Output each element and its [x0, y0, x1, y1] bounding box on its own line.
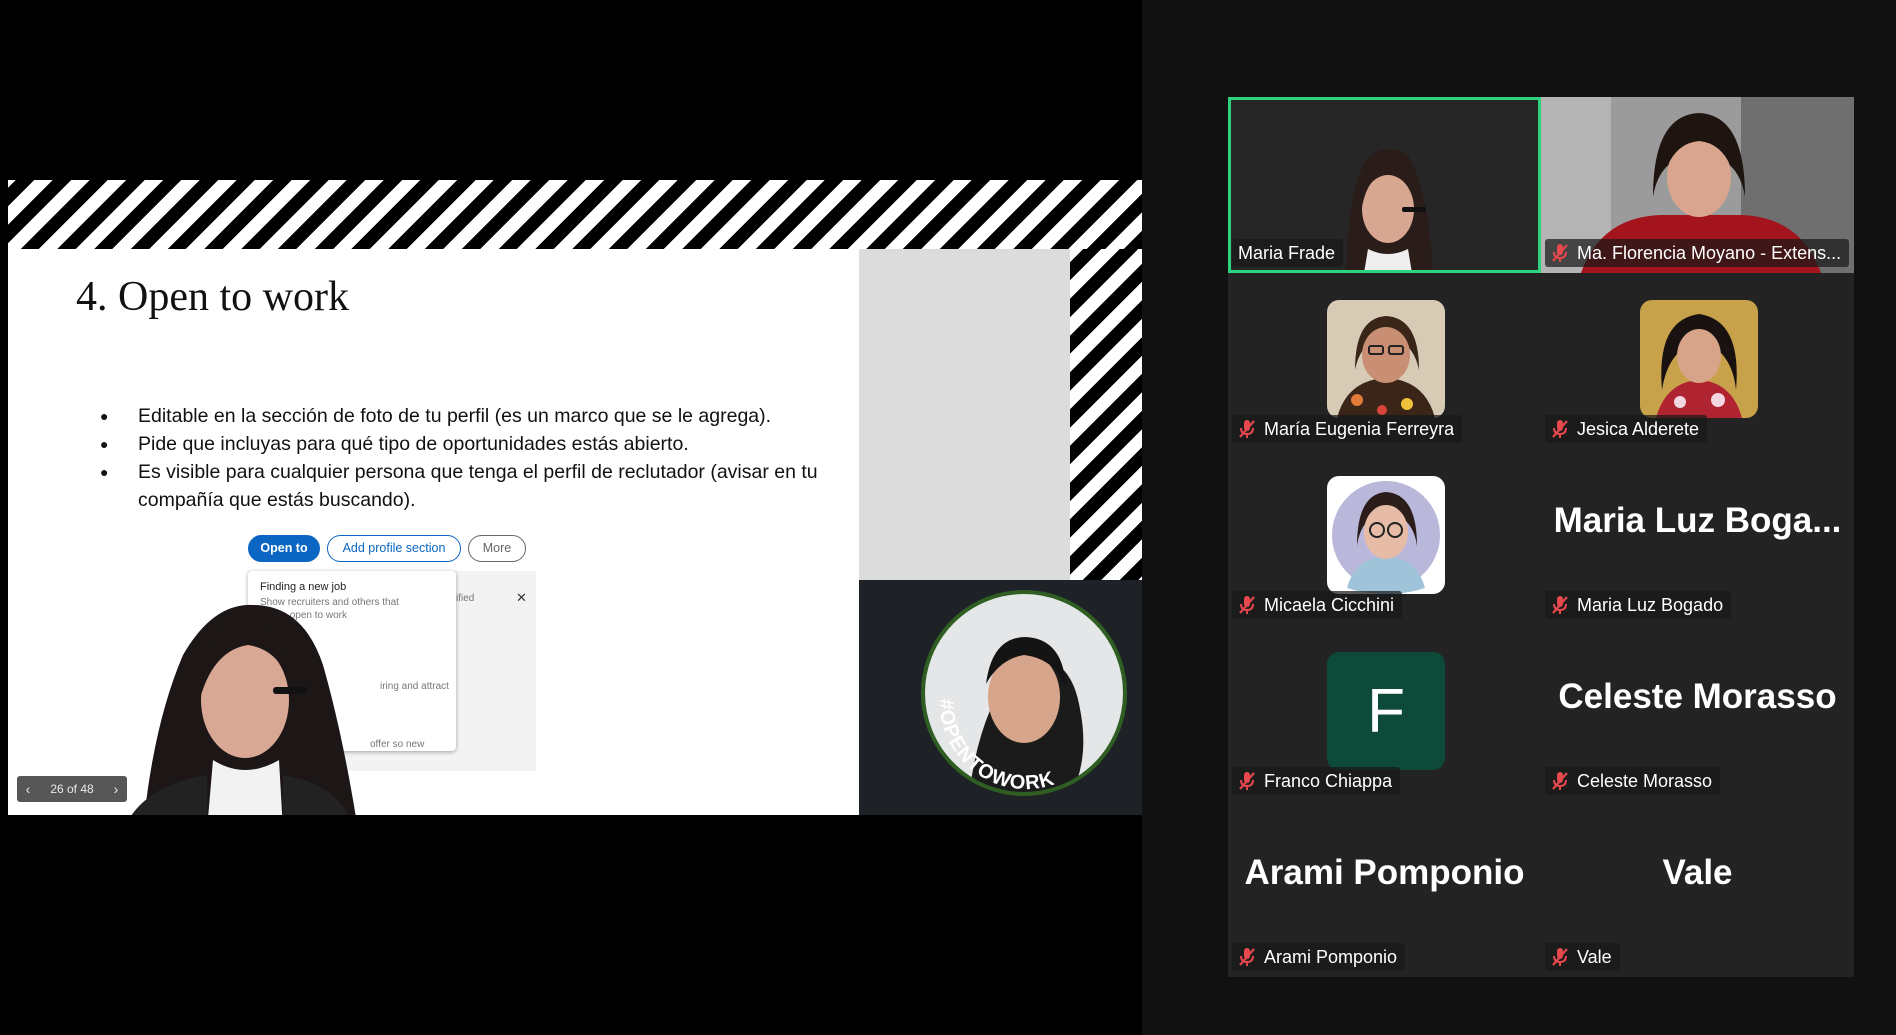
participant-tile[interactable]: Micaela Cicchini — [1228, 449, 1541, 625]
participant-name-tag: Ma. Florencia Moyano - Extens... — [1545, 239, 1850, 267]
participant-display-name: Celeste Morasso — [1558, 677, 1837, 716]
participant-display-name: Maria Luz Boga... — [1553, 501, 1842, 540]
page-indicator: 26 of 48 — [50, 782, 94, 796]
open-to-button: Open to — [248, 535, 320, 562]
close-icon: ✕ — [516, 590, 527, 605]
participant-name-tag: Celeste Morasso — [1545, 767, 1721, 795]
muted-mic-icon — [1552, 948, 1568, 966]
slide-title: 4. Open to work — [76, 274, 349, 320]
participant-avatar — [1327, 300, 1445, 418]
participant-tile[interactable]: Arami Pomponio Arami Pomponio — [1228, 801, 1541, 977]
participants-grid: Maria Frade Ma. Florencia Moyano - Exten… — [1228, 97, 1854, 977]
presenter-video-overlay — [131, 604, 356, 815]
participant-tile[interactable]: F Franco Chiappa — [1228, 625, 1541, 801]
menu-title: Finding a new job — [260, 581, 347, 593]
participant-name-tag: Maria Luz Bogado — [1545, 591, 1732, 619]
bullet-item: Es visible para cualquier persona que te… — [100, 458, 820, 514]
participant-name-tag: Maria Frade — [1232, 239, 1344, 267]
participant-tile[interactable]: Maria Frade — [1228, 97, 1541, 273]
muted-mic-icon — [1552, 420, 1568, 438]
muted-mic-icon — [1552, 596, 1568, 614]
muted-mic-icon — [1239, 420, 1255, 438]
participant-display-name: Vale — [1662, 853, 1733, 892]
bullet-item: Pide que incluyas para qué tipo de oport… — [100, 430, 820, 458]
participant-name-tag: María Eugenia Ferreyra — [1232, 415, 1463, 443]
bullet-item: Editable en la sección de foto de tu per… — [100, 402, 820, 430]
slide-bullets: Editable en la sección de foto de tu per… — [100, 402, 820, 514]
participant-name-tag: Micaela Cicchini — [1232, 591, 1403, 619]
participant-tile[interactable]: Maria Luz Boga... Maria Luz Bogado — [1541, 449, 1854, 625]
participant-tile[interactable]: Ma. Florencia Moyano - Extens... — [1541, 97, 1854, 273]
slide-stripes-top — [8, 180, 1142, 249]
participants-gallery: Maria Frade Ma. Florencia Moyano - Exten… — [1142, 0, 1896, 1035]
participant-tile[interactable]: Jesica Alderete — [1541, 273, 1854, 449]
muted-mic-icon — [1239, 772, 1255, 790]
participant-tile[interactable]: María Eugenia Ferreyra — [1228, 273, 1541, 449]
participant-tile[interactable]: Vale Vale — [1541, 801, 1854, 977]
muted-mic-icon — [1552, 244, 1568, 262]
previous-slide-icon[interactable]: ‹ — [17, 781, 39, 797]
add-profile-section-button: Add profile section — [327, 535, 461, 562]
participant-name-tag: Franco Chiappa — [1232, 767, 1401, 795]
participant-tile[interactable]: Celeste Morasso Celeste Morasso — [1541, 625, 1854, 801]
muted-mic-icon — [1552, 772, 1568, 790]
slide-page-navigator: ‹ 26 of 48 › — [17, 776, 127, 802]
muted-mic-icon — [1239, 596, 1255, 614]
shared-screen: 4. Open to work Editable en la sección d… — [0, 0, 1142, 1035]
participant-display-name: Arami Pomponio — [1244, 853, 1525, 892]
participant-initial-avatar: F — [1327, 652, 1445, 770]
more-button: More — [468, 535, 526, 562]
next-slide-icon[interactable]: › — [105, 781, 127, 797]
participant-avatar — [1327, 476, 1445, 594]
muted-mic-icon — [1239, 948, 1255, 966]
presentation-slide: 4. Open to work Editable en la sección d… — [8, 180, 1142, 815]
linkedin-verified-fragment: ified — [456, 593, 475, 604]
open-to-work-photo: #OPENTOWORK — [921, 590, 1127, 796]
participant-name-tag: Jesica Alderete — [1545, 415, 1708, 443]
participant-name-tag: Arami Pomponio — [1232, 943, 1406, 971]
participant-name-tag: Vale — [1545, 943, 1620, 971]
participant-avatar — [1640, 300, 1758, 418]
